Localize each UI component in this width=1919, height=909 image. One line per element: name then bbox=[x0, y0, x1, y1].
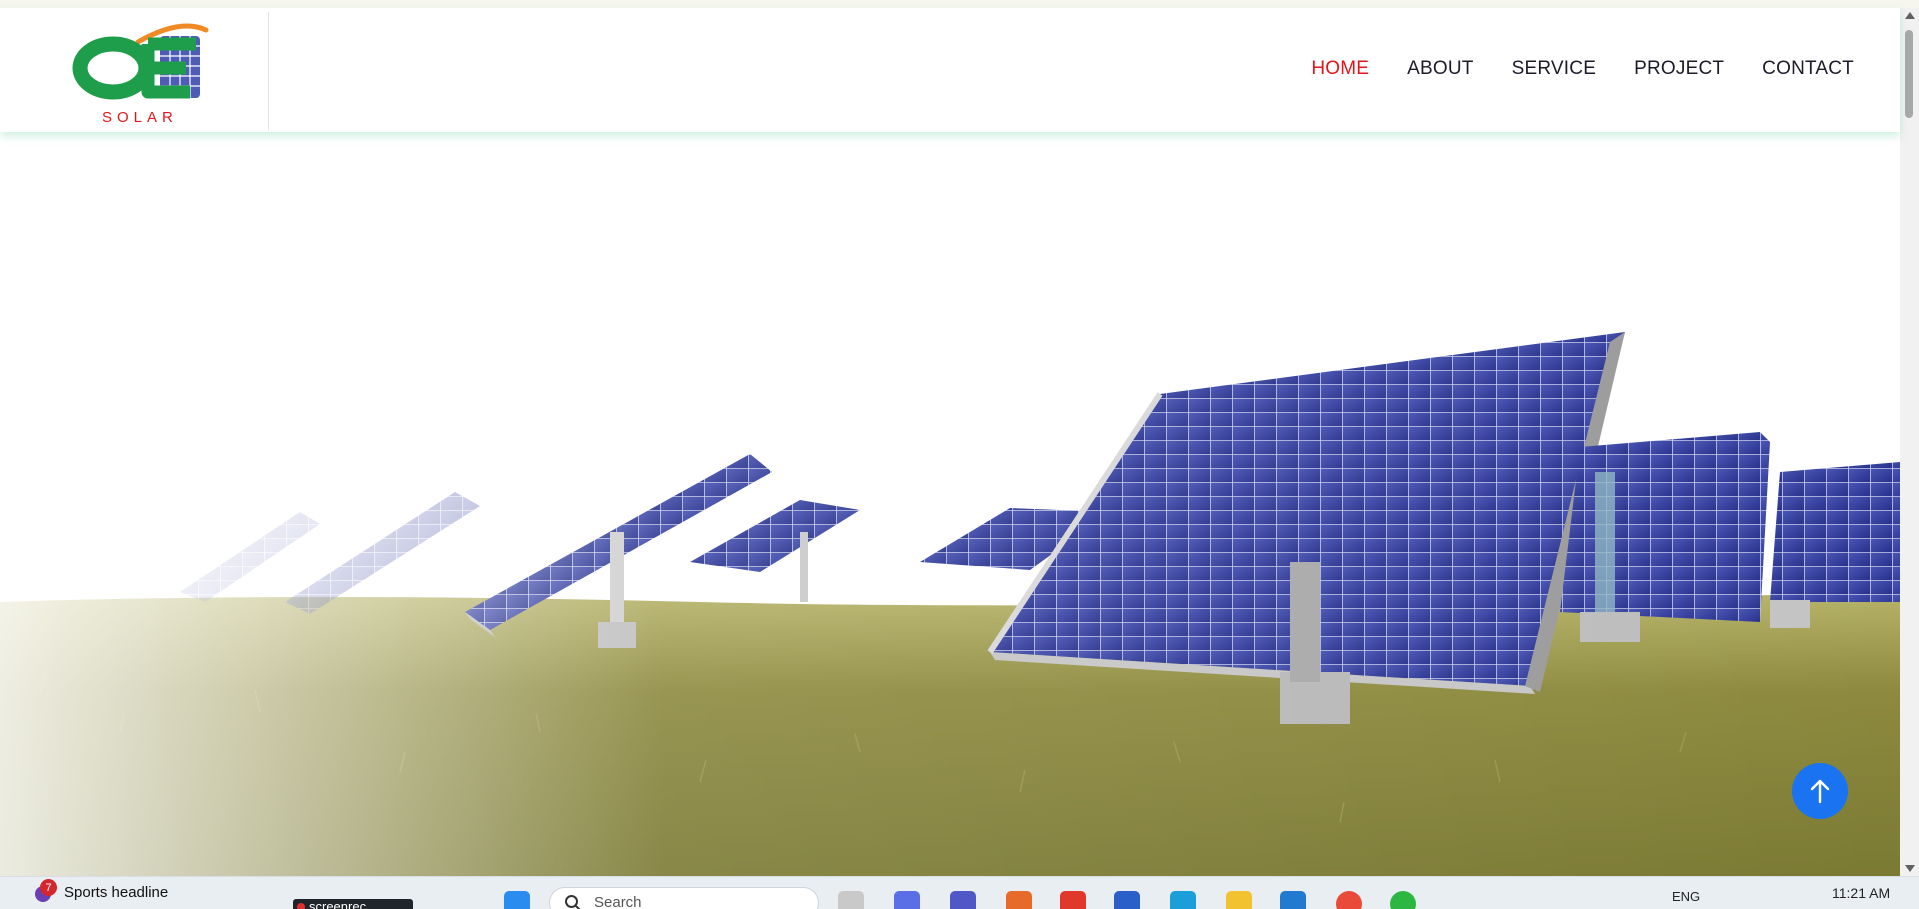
browser-top-strip bbox=[0, 0, 1919, 8]
firefox-icon[interactable] bbox=[1006, 891, 1032, 909]
nav-about[interactable]: ABOUT bbox=[1407, 58, 1473, 80]
page-scrollbar[interactable] bbox=[1900, 8, 1919, 876]
language-indicator[interactable]: ENG bbox=[1672, 889, 1700, 904]
news-widget-icon: 7 bbox=[32, 879, 57, 903]
main-nav: HOME ABOUT SERVICE PROJECT CONTACT bbox=[1311, 58, 1854, 80]
windows-start-icon[interactable] bbox=[504, 891, 530, 909]
chrome-icon[interactable] bbox=[1336, 891, 1362, 909]
site-header: SOLAR HOME ABOUT SERVICE PROJECT CONTACT bbox=[0, 8, 1900, 132]
logo-subtitle: SOLAR bbox=[102, 109, 178, 126]
edge-icon[interactable] bbox=[1170, 891, 1196, 909]
arrow-up-icon bbox=[1810, 779, 1830, 804]
hero-banner bbox=[0, 132, 1900, 876]
nav-home[interactable]: HOME bbox=[1311, 58, 1369, 80]
vscode-icon[interactable] bbox=[1280, 891, 1306, 909]
news-badge: 7 bbox=[40, 879, 57, 896]
news-widget[interactable]: 7 Sports headline bbox=[32, 879, 169, 903]
task-view-icon[interactable] bbox=[838, 891, 864, 909]
scroll-up-icon[interactable] bbox=[1905, 12, 1915, 19]
nav-service[interactable]: SERVICE bbox=[1512, 58, 1596, 80]
back-to-top-button[interactable] bbox=[1792, 763, 1848, 819]
record-dot-icon bbox=[297, 903, 305, 909]
store-icon[interactable] bbox=[1114, 891, 1140, 909]
logo-mark-icon: SOLAR bbox=[72, 23, 209, 126]
app-red-icon[interactable] bbox=[1060, 891, 1086, 909]
nav-project[interactable]: PROJECT bbox=[1634, 58, 1724, 80]
windows-taskbar: 7 Sports headline screenrec Search ENG 1… bbox=[0, 876, 1919, 909]
scroll-down-icon[interactable] bbox=[1905, 865, 1915, 872]
whatsapp-icon[interactable] bbox=[1390, 891, 1416, 909]
logo[interactable]: SOLAR bbox=[68, 16, 216, 134]
taskbar-clock[interactable]: 11:21 AM bbox=[1832, 885, 1890, 901]
file-explorer-icon[interactable] bbox=[1226, 891, 1252, 909]
header-divider bbox=[268, 12, 269, 130]
search-placeholder: Search bbox=[594, 894, 642, 909]
copilot-icon[interactable] bbox=[894, 891, 920, 909]
search-icon bbox=[565, 895, 581, 909]
taskbar-search[interactable]: Search bbox=[549, 887, 819, 909]
nav-contact[interactable]: CONTACT bbox=[1762, 58, 1854, 80]
teams-icon[interactable] bbox=[950, 891, 976, 909]
news-headline: Sports headline bbox=[64, 883, 169, 901]
hero-image bbox=[0, 132, 1900, 876]
scroll-thumb[interactable] bbox=[1905, 30, 1913, 118]
